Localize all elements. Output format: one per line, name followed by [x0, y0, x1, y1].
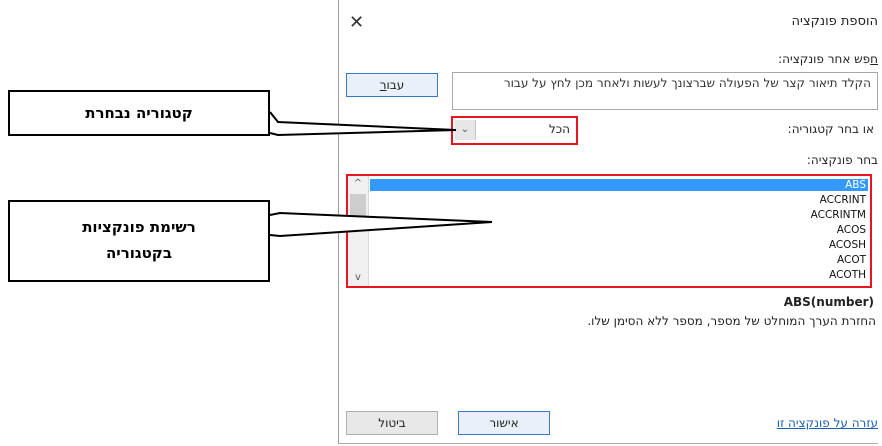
go-button-underlined: ר	[379, 78, 387, 92]
go-button[interactable]: עבור	[346, 73, 438, 97]
search-label-rest: פש אחר פונקציה:	[778, 52, 871, 66]
callout-list-line2: בקטגוריה	[106, 244, 172, 262]
select-function-label: בחר פונקציה:	[806, 153, 878, 167]
search-label-underlined: ח	[870, 52, 878, 66]
go-button-label: עבו	[386, 78, 405, 92]
scroll-thumb[interactable]	[350, 194, 366, 216]
list-item[interactable]: ACOT	[370, 254, 868, 266]
function-description: החזרת הערך המוחלט של מספר, מספר ללא הסימ…	[587, 314, 876, 328]
category-label: או בחר קטגוריה:	[787, 122, 874, 136]
cancel-button[interactable]: ביטול	[346, 411, 438, 435]
help-link[interactable]: עזרה על פונקציה זו	[777, 416, 878, 430]
list-item[interactable]: ACOSH	[370, 239, 868, 251]
list-item[interactable]: ACOS	[370, 224, 868, 236]
list-item[interactable]: ACCRINT	[370, 194, 868, 206]
list-item[interactable]: ABS	[370, 179, 868, 191]
callout-selected-category: קטגוריה נבחרת	[8, 90, 270, 136]
category-value: הכל	[548, 122, 570, 136]
category-dropdown[interactable]: ⌄ הכל	[451, 116, 578, 145]
list-scrollbar[interactable]: ^ v	[348, 176, 369, 286]
callout-function-list: רשימת פונקציות בקטגוריה	[8, 200, 270, 282]
close-icon[interactable]: ✕	[349, 14, 364, 32]
function-signature: ABS(number)	[783, 295, 874, 309]
list-item[interactable]: ACOTH	[370, 269, 868, 281]
list-item[interactable]: ACCRINTM	[370, 209, 868, 221]
chevron-down-icon[interactable]: ⌄	[455, 120, 476, 140]
function-list[interactable]: ^ v ABS ACCRINT ACCRINTM ACOS ACOSH ACOT…	[346, 174, 872, 288]
ok-button[interactable]: אישור	[458, 411, 550, 435]
search-function-label: חפש אחר פונקציה:	[778, 52, 878, 66]
search-input[interactable]: הקלד תיאור קצר של הפעולה שברצונך לעשות ו…	[452, 72, 878, 110]
scroll-up-icon[interactable]: ^	[348, 176, 368, 192]
callout-list-line1: רשימת פונקציות	[82, 218, 196, 236]
dialog-title: הוספת פונקציה	[791, 14, 878, 29]
scroll-down-icon[interactable]: v	[348, 270, 368, 286]
